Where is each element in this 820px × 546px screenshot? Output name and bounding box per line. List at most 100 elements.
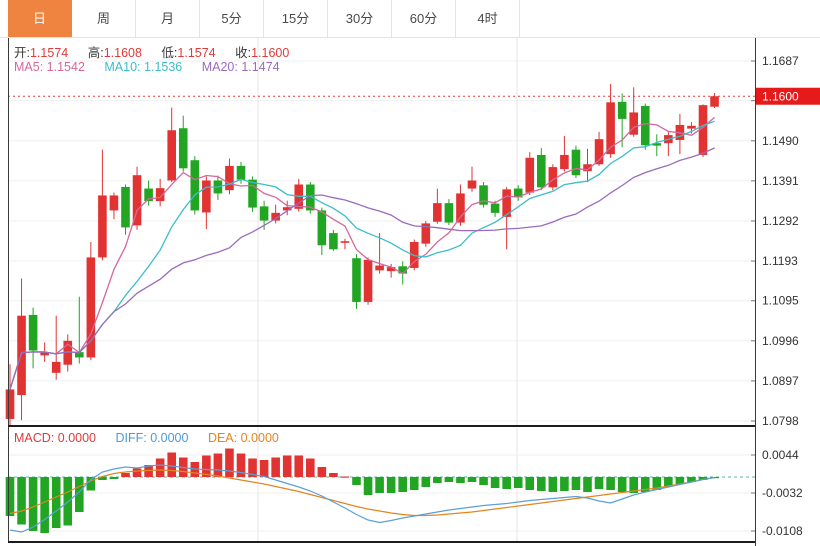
ma5-group: MA5: 1.1542	[14, 60, 85, 74]
candle-body	[167, 130, 176, 180]
macd-bar	[329, 473, 338, 477]
close-value: 1.1600	[251, 46, 289, 60]
macd-bar	[110, 477, 119, 479]
macd-bar	[479, 477, 488, 485]
macd-bar	[456, 477, 465, 483]
candle-body	[225, 166, 234, 190]
close-group: 收:1.1600	[235, 46, 289, 60]
candle-body	[121, 187, 130, 227]
y-tick-label: -0.0108	[762, 524, 803, 538]
ma5-line	[10, 117, 715, 389]
candle-body	[110, 195, 119, 210]
candle-body	[710, 96, 719, 107]
candle-body	[237, 166, 246, 180]
macd-bar	[6, 477, 15, 516]
y-tick-label: 1.1292	[762, 214, 799, 228]
low-value: 1.1574	[177, 46, 215, 60]
candle-body	[52, 362, 61, 373]
dea-value: 0.0000	[241, 431, 279, 445]
macd-bar	[364, 477, 373, 495]
y-tick-label: 1.1193	[762, 254, 798, 268]
open-group: 开:1.1574	[14, 46, 68, 60]
candle-body	[17, 316, 26, 395]
macd-bar	[433, 477, 442, 483]
macd-bar	[549, 477, 558, 492]
ma10-value: 1.1536	[144, 60, 182, 74]
ma20-value: 1.1474	[241, 60, 279, 74]
macd-bar	[606, 477, 615, 490]
candle-body	[606, 102, 615, 154]
candle-body	[456, 193, 465, 222]
trading-chart-window: { "toolbar": { "tabs": [ {"name": "day",…	[0, 0, 820, 546]
diff-label: DIFF:	[115, 431, 146, 445]
candle-body	[641, 106, 650, 145]
candle-body	[445, 203, 454, 222]
macd-legend: MACD: 0.0000 DIFF: 0.0000 DEA: 0.0000	[14, 431, 295, 445]
y-tick-label: 1.0798	[762, 414, 799, 428]
candle-body	[202, 180, 211, 212]
macd-bar	[595, 477, 604, 489]
diff-group: DIFF: 0.0000	[115, 431, 188, 445]
candle-body	[260, 206, 269, 220]
candle-body	[560, 155, 569, 169]
y-tick-label: 0.0044	[762, 448, 799, 462]
macd-value: 0.0000	[58, 431, 96, 445]
candle-body	[537, 155, 546, 187]
low-group: 低:1.1574	[161, 46, 215, 60]
macd-bar	[40, 477, 49, 533]
candle-body	[191, 160, 200, 210]
dea-group: DEA: 0.0000	[208, 431, 279, 445]
macd-bar	[410, 477, 419, 490]
macd-label: MACD:	[14, 431, 54, 445]
macd-bar	[445, 477, 454, 482]
macd-bar	[341, 477, 350, 478]
ma-legend: MA5: 1.1542 MA10: 1.1536 MA20: 1.1474	[14, 60, 296, 74]
ma5-label: MA5:	[14, 60, 43, 74]
ohlc-legend: 开:1.1574 高:1.1608 低:1.1574 收:1.1600	[14, 42, 305, 61]
ma20-group: MA20: 1.1474	[202, 60, 280, 74]
macd-bar	[121, 473, 130, 477]
candle-body	[29, 315, 38, 351]
macd-group: MACD: 0.0000	[14, 431, 96, 445]
candle-body	[352, 258, 361, 302]
low-label: 低:	[161, 46, 177, 60]
y-tick-label: 1.1687	[762, 54, 799, 68]
macd-bar	[214, 454, 223, 478]
candle-body	[364, 260, 373, 302]
candle-body	[318, 210, 327, 245]
candle-body	[468, 180, 477, 188]
macd-bar	[537, 477, 546, 491]
candle-body	[491, 204, 500, 213]
y-tick-label: 1.1391	[762, 174, 799, 188]
open-value: 1.1574	[30, 46, 68, 60]
high-label: 高:	[88, 46, 104, 60]
ma5-value: 1.1542	[47, 60, 85, 74]
ma20-label: MA20:	[202, 60, 238, 74]
macd-bar	[560, 477, 569, 491]
candle-body	[687, 126, 696, 129]
candle-body	[549, 167, 558, 187]
macd-bar	[225, 449, 234, 478]
y-tick-label: -0.0032	[762, 486, 803, 500]
macd-bar	[375, 477, 384, 493]
macd-bar	[156, 459, 165, 478]
candle-body	[179, 128, 188, 168]
candle-body	[98, 195, 107, 257]
macd-bar	[283, 456, 292, 478]
ma20-line	[10, 148, 715, 390]
high-value: 1.1608	[104, 46, 142, 60]
candle-body	[572, 150, 581, 176]
diff-line	[10, 465, 715, 532]
candle-body	[618, 102, 627, 119]
macd-bar	[468, 477, 477, 482]
candle-body	[341, 241, 350, 243]
macd-bar	[514, 477, 523, 488]
macd-bar	[618, 477, 627, 492]
macd-bar	[306, 459, 315, 478]
macd-bar	[583, 477, 592, 492]
macd-bar	[17, 477, 26, 525]
chart-canvas[interactable]: 1.16871.15891.14901.13911.12921.11931.10…	[0, 0, 820, 546]
y-tick-label: 1.1490	[762, 134, 799, 148]
ma10-label: MA10:	[104, 60, 140, 74]
macd-bar	[572, 477, 581, 490]
